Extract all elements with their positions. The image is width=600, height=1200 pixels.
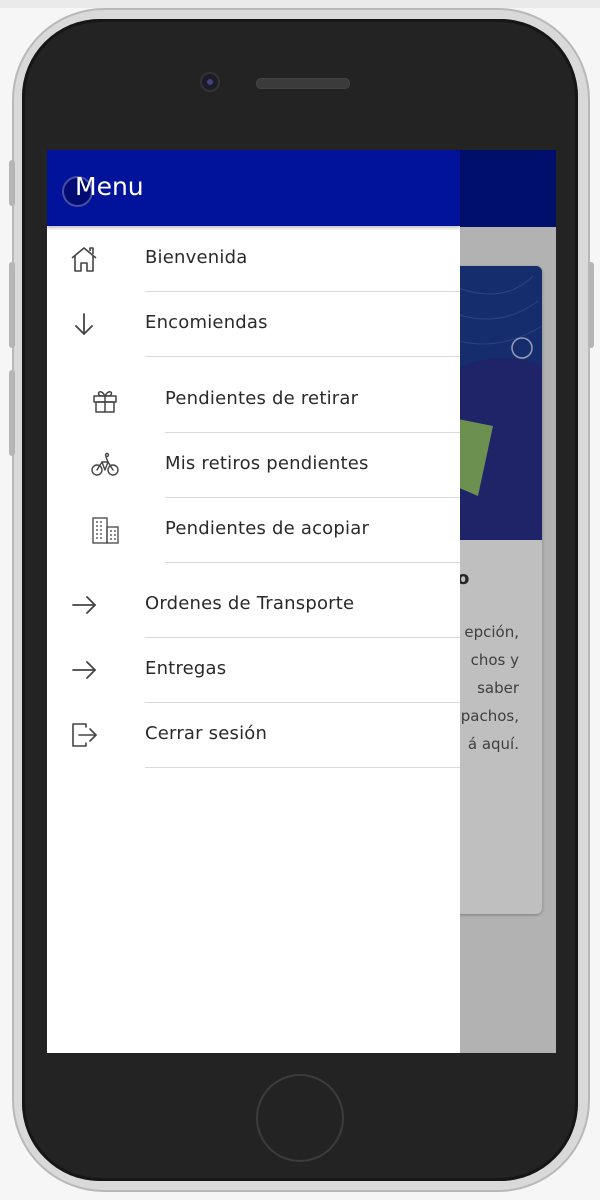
logout-icon: [69, 720, 99, 750]
top-strip: [0, 0, 600, 8]
menu-header: Menu: [47, 150, 460, 226]
menu-divider: [165, 562, 460, 563]
menu-item-encomiendas[interactable]: Encomiendas: [47, 292, 460, 357]
side-menu: Menu Bienvenida Encomiendas Pendientes d…: [47, 150, 460, 1053]
menu-item-pendientes-de-acopiar[interactable]: Pendientes de acopiar: [47, 498, 460, 563]
menu-title: Menu: [75, 172, 144, 201]
menu-item-mis-retiros-pendientes[interactable]: Mis retiros pendientes: [47, 433, 460, 498]
speaker-grille: [256, 78, 350, 89]
menu-item-pendientes-de-retirar[interactable]: Pendientes de retirar: [47, 368, 460, 433]
phone-volume-down-button: [9, 370, 15, 456]
gift-icon: [90, 385, 120, 415]
menu-item-bienvenida[interactable]: Bienvenida: [47, 227, 460, 292]
arrow-right-icon: [69, 655, 99, 685]
menu-item-ordenes-de-transporte[interactable]: Ordenes de Transporte: [47, 573, 460, 638]
bicycle-icon: [90, 450, 120, 480]
menu-item-label: Pendientes de acopiar: [165, 518, 370, 539]
menu-divider: [145, 356, 460, 357]
menu-item-label: Cerrar sesión: [145, 723, 268, 744]
home-icon: [69, 244, 99, 274]
phone-side-button: [9, 160, 15, 206]
arrow-down-icon: [69, 309, 99, 339]
menu-item-label: Pendientes de retirar: [165, 388, 359, 409]
camera-icon: [200, 72, 220, 92]
home-button[interactable]: [256, 1074, 344, 1162]
phone-power-button: [588, 262, 594, 348]
phone-screen: o epción, chos y saber pachos, á aquí. M…: [47, 150, 556, 1053]
building-icon: [90, 515, 120, 545]
menu-divider: [145, 767, 460, 768]
arrow-right-icon: [69, 590, 99, 620]
menu-item-label: Mis retiros pendientes: [165, 453, 369, 474]
menu-item-label: Ordenes de Transporte: [145, 593, 355, 614]
menu-item-label: Bienvenida: [145, 247, 248, 268]
menu-item-label: Entregas: [145, 658, 227, 679]
menu-item-entregas[interactable]: Entregas: [47, 638, 460, 703]
menu-item-label: Encomiendas: [145, 312, 268, 333]
phone-volume-up-button: [9, 262, 15, 348]
menu-item-cerrar-sesion[interactable]: Cerrar sesión: [47, 703, 460, 768]
